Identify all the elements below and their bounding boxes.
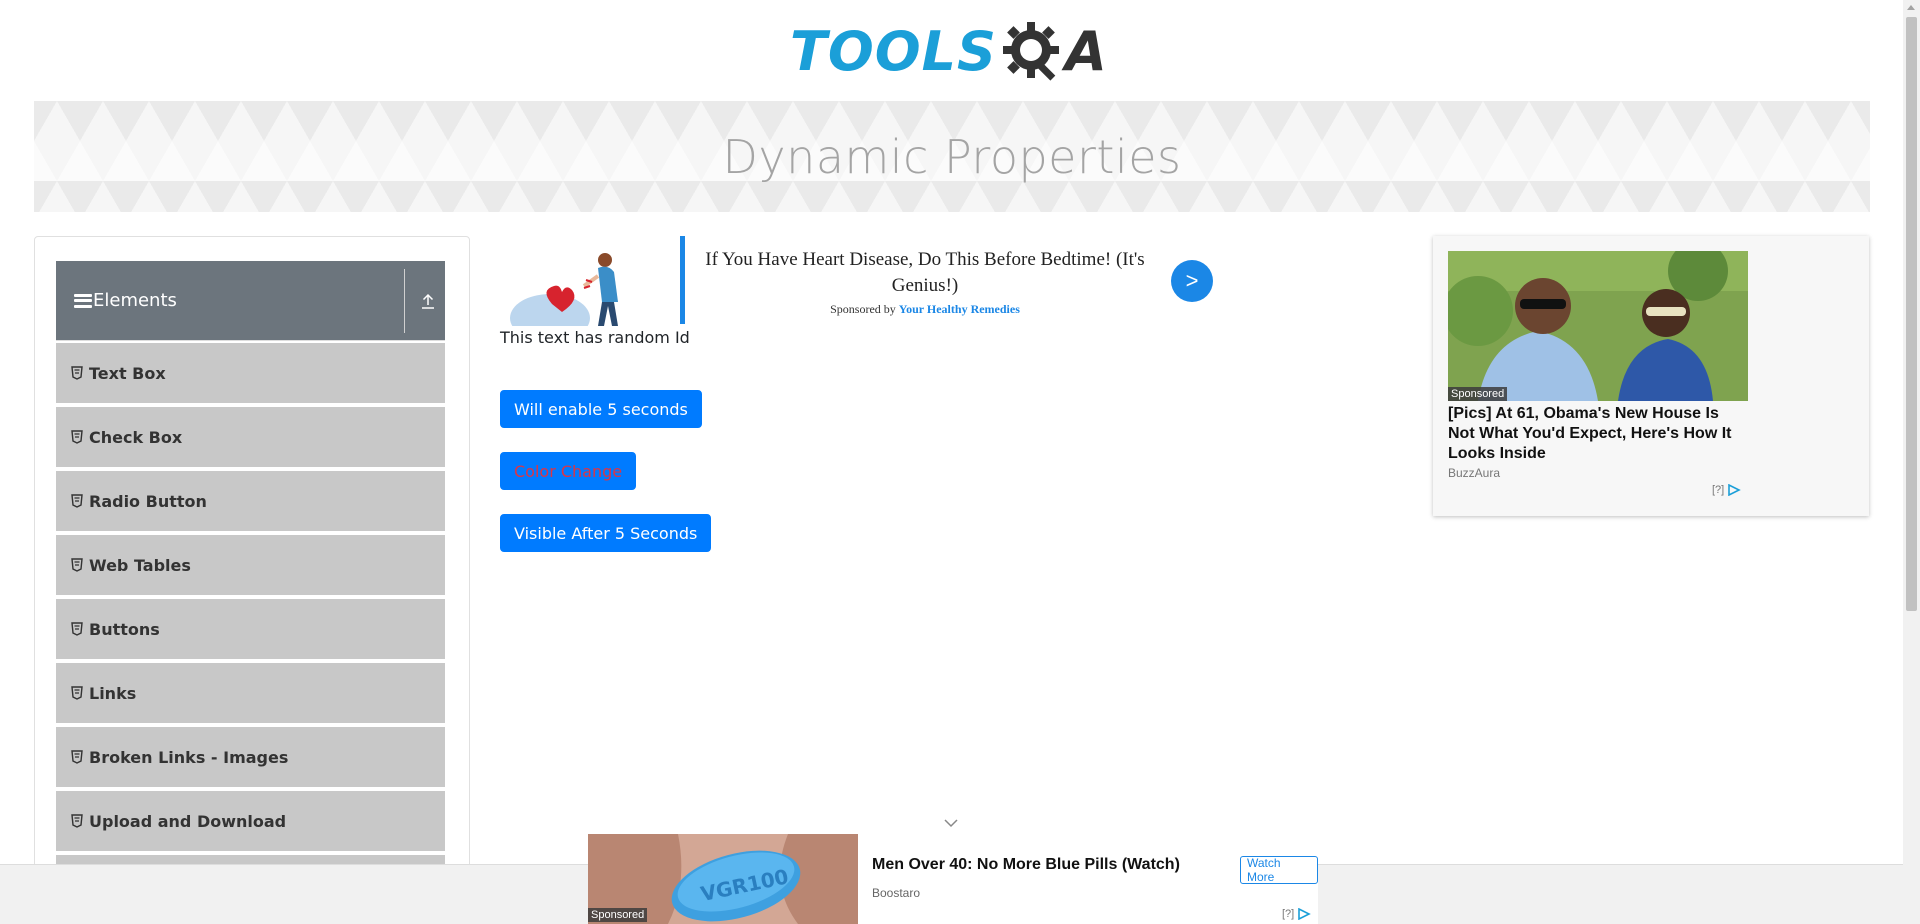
- sponsored-badge: Sponsored: [1448, 387, 1508, 401]
- random-id-text: This text has random Id: [500, 328, 690, 347]
- sidebar-item-label: Upload and Download: [89, 811, 287, 831]
- html5-icon: [71, 366, 83, 380]
- right-ad-headline[interactable]: [Pics] At 61, Obama's New House Is Not W…: [1448, 404, 1748, 464]
- html5-icon: [71, 430, 83, 444]
- right-ad-source: BuzzAura: [1448, 466, 1501, 480]
- adchoice-text: [?]: [1712, 484, 1725, 496]
- ad-photo: [1448, 251, 1748, 401]
- sidebar-item-label: Radio Button: [89, 491, 207, 511]
- sidebar-item-label: Links: [89, 683, 137, 703]
- sidebar-item-text-box[interactable]: Text Box: [56, 343, 445, 405]
- sidebar-item-web-tables[interactable]: Web Tables: [56, 535, 445, 597]
- visible-after-button[interactable]: Visible After 5 Seconds: [500, 514, 712, 552]
- ad-sponsor-line: Sponsored by Your Healthy Remedies: [705, 302, 1145, 317]
- right-ad-card[interactable]: Sponsored [Pics] At 61, Obama's New Hous…: [1433, 236, 1869, 516]
- sidebar-item-label: Web Tables: [89, 555, 191, 575]
- bottom-ad-headline[interactable]: Men Over 40: No More Blue Pills (Watch): [872, 856, 1180, 874]
- color-change-button[interactable]: Color Change: [500, 452, 637, 490]
- logo-text-a: A: [1064, 20, 1107, 83]
- html5-icon: [71, 750, 83, 764]
- sidebar: Elements Text Box Check Box Radio Button…: [34, 236, 470, 924]
- adchoices-link[interactable]: [?]: [1282, 908, 1312, 920]
- arrow-right-icon: >: [1185, 268, 1199, 293]
- html5-icon: [71, 494, 83, 508]
- bottom-ad-card[interactable]: VGR100 Sponsored Men Over 40: No More Bl…: [588, 834, 1318, 924]
- ad-headline[interactable]: If You Have Heart Disease, Do This Befor…: [705, 247, 1145, 299]
- ad-sponsor-name[interactable]: Your Healthy Remedies: [899, 302, 1020, 316]
- header-divider: [404, 269, 405, 333]
- ad-sponsor-prefix: Sponsored by: [830, 302, 896, 316]
- sidebar-item-label: Buttons: [89, 619, 160, 639]
- sidebar-item-label: Broken Links - Images: [89, 747, 289, 767]
- adchoices-icon: [1298, 908, 1312, 920]
- page-banner: Dynamic Properties: [34, 101, 1870, 212]
- hamburger-icon: [74, 293, 92, 308]
- adchoice-text: [?]: [1282, 908, 1295, 920]
- page-scrollbar[interactable]: [1903, 0, 1920, 924]
- logo-text-tools: TOOLS: [790, 20, 997, 83]
- html5-icon: [71, 558, 83, 572]
- html5-icon: [71, 686, 83, 700]
- sidebar-item-buttons[interactable]: Buttons: [56, 599, 445, 661]
- elements-group-header[interactable]: Elements: [56, 261, 445, 341]
- adchoices-link[interactable]: [?]: [1712, 484, 1742, 496]
- sidebar-item-upload-download[interactable]: Upload and Download: [56, 791, 445, 853]
- elements-group-title: Elements: [93, 290, 177, 311]
- ad-accent-bar: [680, 236, 685, 324]
- page-title: Dynamic Properties: [722, 129, 1182, 184]
- collapse-arrow-icon[interactable]: [418, 291, 438, 311]
- enable-after-button[interactable]: Will enable 5 seconds: [500, 390, 702, 428]
- gear-magnifier-icon: [1002, 22, 1059, 81]
- sidebar-item-radio-button[interactable]: Radio Button: [56, 471, 445, 533]
- scrollbar-thumb[interactable]: [1906, 17, 1917, 611]
- sponsored-badge: Sponsored: [588, 908, 648, 922]
- bottom-ad-source: Boostaro: [872, 886, 921, 900]
- adchoices-icon: [1728, 484, 1742, 496]
- sidebar-item-links[interactable]: Links: [56, 663, 445, 725]
- chevron-down-icon[interactable]: [944, 818, 958, 828]
- toolsqa-logo[interactable]: TOOLS A: [790, 14, 1107, 90]
- ad-thumbnail-image[interactable]: [500, 242, 650, 326]
- watch-more-button[interactable]: Watch More: [1240, 856, 1318, 884]
- scroll-up-arrow-icon[interactable]: [1907, 5, 1915, 10]
- html5-icon: [71, 622, 83, 636]
- sidebar-item-check-box[interactable]: Check Box: [56, 407, 445, 469]
- html5-icon: [71, 814, 83, 828]
- sidebar-item-label: Text Box: [89, 363, 166, 383]
- sidebar-item-label: Check Box: [89, 427, 183, 447]
- sidebar-item-broken-links[interactable]: Broken Links - Images: [56, 727, 445, 789]
- ad-arrow-button[interactable]: >: [1171, 260, 1213, 302]
